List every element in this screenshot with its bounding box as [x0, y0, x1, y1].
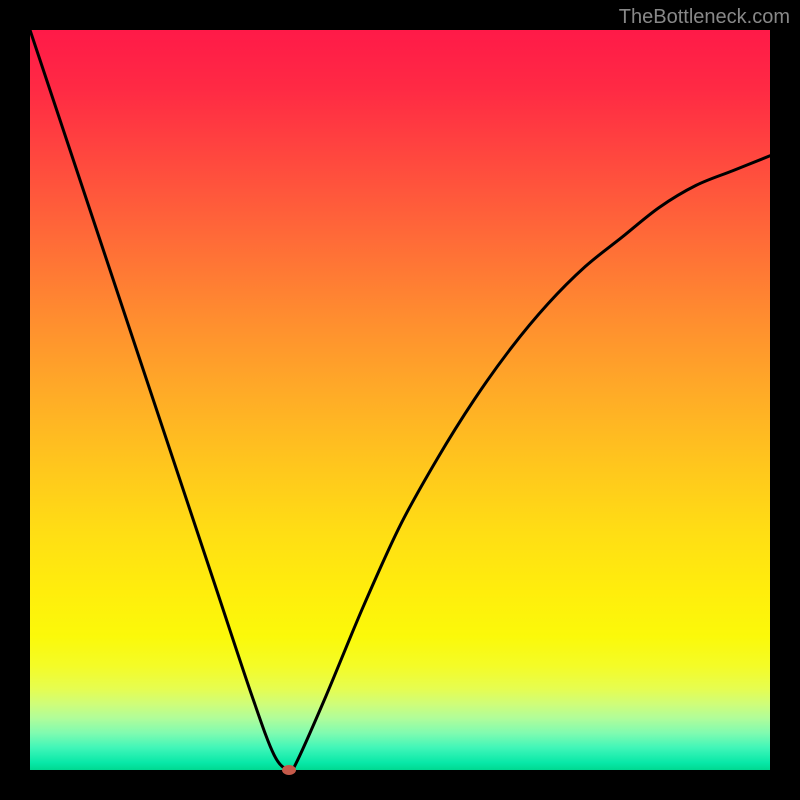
optimal-point-marker — [282, 765, 296, 775]
curve-svg — [30, 30, 770, 770]
chart-plot-area — [30, 30, 770, 770]
bottleneck-curve-path — [30, 30, 770, 770]
watermark-text: TheBottleneck.com — [619, 6, 790, 29]
